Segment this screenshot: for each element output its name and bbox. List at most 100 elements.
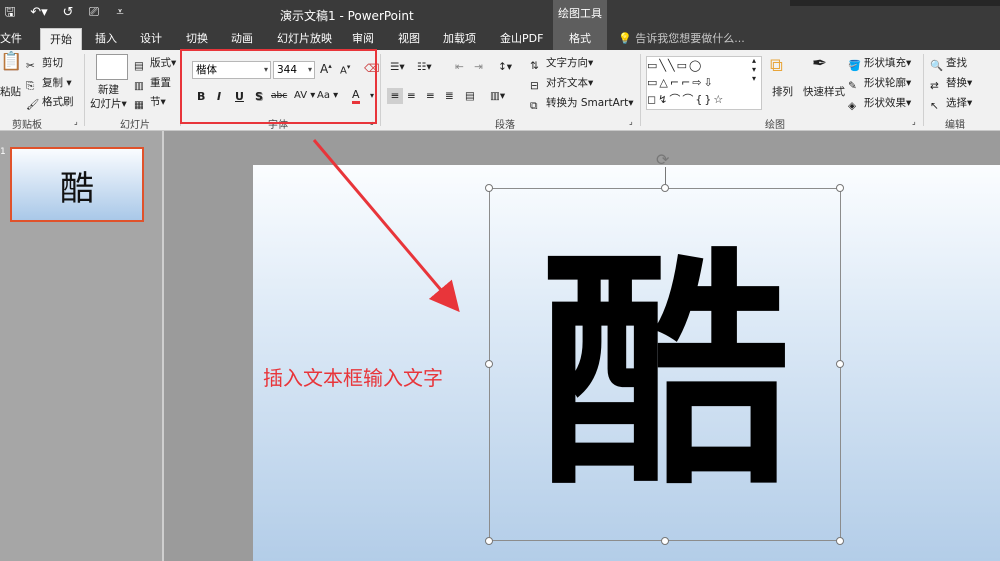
tab-review[interactable]: 审阅	[352, 28, 374, 50]
tab-view[interactable]: 视图	[398, 28, 420, 50]
shapes-gallery[interactable]: ▭╲╲▭◯ ▭△⌐⌐⇨⇩ ◻↯⌒⌒{}☆	[646, 56, 762, 110]
tab-file[interactable]: 文件	[0, 28, 22, 50]
align-text-button[interactable]: ⊟ 对齐文本▾	[530, 75, 593, 92]
paragraph-launcher-icon[interactable]: ⌟	[629, 114, 633, 130]
tell-me-search[interactable]: 💡 告诉我您想要做什么...	[618, 28, 745, 50]
save-icon[interactable]: 🖫	[2, 4, 18, 22]
window-title: 演示文稿1 - PowerPoint	[280, 9, 414, 23]
text-direction-button[interactable]: ⇅ 文字方向▾	[530, 55, 593, 72]
text-direction-icon: ⇅	[530, 60, 539, 72]
resize-handle-bottom[interactable]	[661, 537, 669, 545]
shape-effects-button[interactable]: ◈ 形状效果▾	[848, 95, 911, 112]
arrange-icon[interactable]: ⧉	[770, 57, 783, 75]
resize-handle-bottom-left[interactable]	[485, 537, 493, 545]
copy-icon: ⎘	[26, 80, 35, 92]
new-slide-button-line2[interactable]: 幻灯片▾	[90, 96, 127, 112]
shape-fill-button[interactable]: 🪣 形状填充▾	[848, 55, 911, 72]
context-tab-group-drawing-tools: 绘图工具	[553, 0, 607, 28]
justify-button[interactable]: ≣	[445, 88, 454, 104]
title-bar: 🖫 ↶▾ ↺ ⎚ ⩡ 演示文稿1 - PowerPoint 绘图工具	[0, 0, 1000, 28]
tab-slideshow[interactable]: 幻灯片放映	[277, 28, 332, 50]
quick-styles-icon[interactable]: ✒	[812, 55, 827, 73]
resize-handle-top-right[interactable]	[836, 184, 844, 192]
numbering-button[interactable]: ☷▾	[417, 59, 432, 75]
group-separator	[640, 54, 641, 126]
section-button[interactable]: ▦ 节▾	[134, 94, 166, 111]
group-label-editing: 编辑	[945, 120, 965, 131]
textbox-text[interactable]: 酷	[489, 232, 841, 512]
undo-icon[interactable]: ↶▾	[28, 4, 50, 22]
resize-handle-bottom-right[interactable]	[836, 537, 844, 545]
tab-home[interactable]: 开始	[40, 28, 82, 50]
smartart-icon: ⧉	[530, 100, 538, 112]
align-center-button[interactable]: ≡	[407, 88, 416, 104]
layout-button[interactable]: ▤ 版式▾	[134, 55, 176, 72]
format-painter-button[interactable]: 🖌 格式刷	[26, 94, 74, 111]
replace-icon: ⇄	[930, 80, 939, 92]
cut-button[interactable]: ✂ 剪切	[26, 55, 63, 72]
tab-design[interactable]: 设计	[140, 28, 162, 50]
line-spacing-button[interactable]: ↕▾	[498, 59, 512, 75]
find-button[interactable]: 🔍 查找	[930, 55, 967, 72]
shape-outline-button[interactable]: ✎ 形状轮廓▾	[848, 75, 911, 92]
paste-button[interactable]: 粘贴	[0, 84, 21, 100]
new-slide-icon[interactable]	[96, 54, 128, 80]
annotation-text: 插入文本框输入文字	[263, 366, 443, 390]
cursor-icon: ↖	[930, 100, 939, 112]
quick-styles-button[interactable]: 快速样式	[803, 84, 845, 100]
font-group-highlight-box	[180, 49, 377, 124]
tab-transitions[interactable]: 切换	[186, 28, 208, 50]
align-right-button[interactable]: ≡	[426, 88, 435, 104]
tell-me-placeholder: 告诉我您想要做什么...	[635, 32, 745, 45]
smartart-button[interactable]: ⧉ 转换为 SmartArt▾	[530, 95, 634, 112]
clipboard-launcher-icon[interactable]: ⌟	[74, 114, 78, 130]
ribbon: 📋 粘贴 ✂ 剪切 ⎘ 复制 ▾ 🖌 格式刷 剪贴板 ⌟ 新建 幻灯片▾ ▤ 版式▾ ▥…	[0, 50, 1000, 131]
columns-button[interactable]: ▥▾	[490, 88, 505, 104]
drawing-launcher-icon[interactable]: ⌟	[912, 114, 916, 130]
tab-wps-pdf[interactable]: 金山PDF	[500, 28, 543, 50]
quick-access-toolbar: 🖫 ↶▾ ↺ ⎚ ⩡	[2, 4, 128, 22]
align-text-icon: ⊟	[530, 80, 539, 92]
slide-thumbnail-1[interactable]: 酷	[10, 147, 144, 222]
slide-number: 1	[0, 147, 6, 157]
gallery-scroll-arrows[interactable]: ▴ ▾ ▾	[752, 56, 756, 83]
title-bar-dark-strip	[790, 0, 1000, 6]
section-icon: ▦	[134, 99, 144, 111]
bullets-button[interactable]: ☰▾	[390, 59, 405, 75]
tab-addins[interactable]: 加载项	[443, 28, 476, 50]
increase-indent-button[interactable]: ⇥	[474, 59, 483, 75]
tab-insert[interactable]: 插入	[95, 28, 117, 50]
resize-handle-top[interactable]	[661, 184, 669, 192]
ribbon-tabs: 文件 开始 插入 设计 切换 动画 幻灯片放映 审阅 视图 加载项 金山PDF …	[0, 28, 1000, 50]
replace-button[interactable]: ⇄ 替换▾	[930, 75, 972, 92]
presentation-icon[interactable]: ⎚	[86, 4, 102, 22]
distributed-button[interactable]: ▤	[465, 88, 475, 104]
group-separator	[84, 54, 85, 126]
lightbulb-icon: 💡	[618, 32, 632, 45]
paintbrush-icon: 🖌	[26, 99, 40, 111]
copy-button[interactable]: ⎘ 复制 ▾	[26, 75, 72, 92]
fill-bucket-icon: 🪣	[848, 60, 862, 72]
layout-icon: ▤	[134, 60, 144, 72]
reset-button[interactable]: ▥ 重置	[134, 75, 171, 92]
arrange-button[interactable]: 排列	[772, 84, 793, 100]
resize-handle-right[interactable]	[836, 360, 844, 368]
align-left-button[interactable]: ≡	[387, 88, 403, 104]
redo-icon[interactable]: ↺	[60, 4, 76, 22]
group-label-clipboard: 剪贴板	[12, 120, 42, 131]
rotate-handle-icon[interactable]: ⟳	[656, 150, 669, 169]
search-icon: 🔍	[930, 60, 944, 72]
scissors-icon: ✂	[26, 60, 35, 72]
decrease-indent-button[interactable]: ⇤	[455, 59, 464, 75]
pen-icon: ✎	[848, 80, 857, 92]
customize-qat-icon[interactable]: ⩡	[112, 4, 128, 22]
resize-handle-left[interactable]	[485, 360, 493, 368]
reset-icon: ▥	[134, 80, 144, 92]
select-button[interactable]: ↖ 选择▾	[930, 95, 972, 112]
group-label-drawing: 绘图	[765, 120, 785, 131]
group-label-slides: 幻灯片	[120, 120, 150, 131]
resize-handle-top-left[interactable]	[485, 184, 493, 192]
tab-format[interactable]: 格式	[553, 28, 607, 50]
tab-animations[interactable]: 动画	[231, 28, 253, 50]
group-separator	[923, 54, 924, 126]
